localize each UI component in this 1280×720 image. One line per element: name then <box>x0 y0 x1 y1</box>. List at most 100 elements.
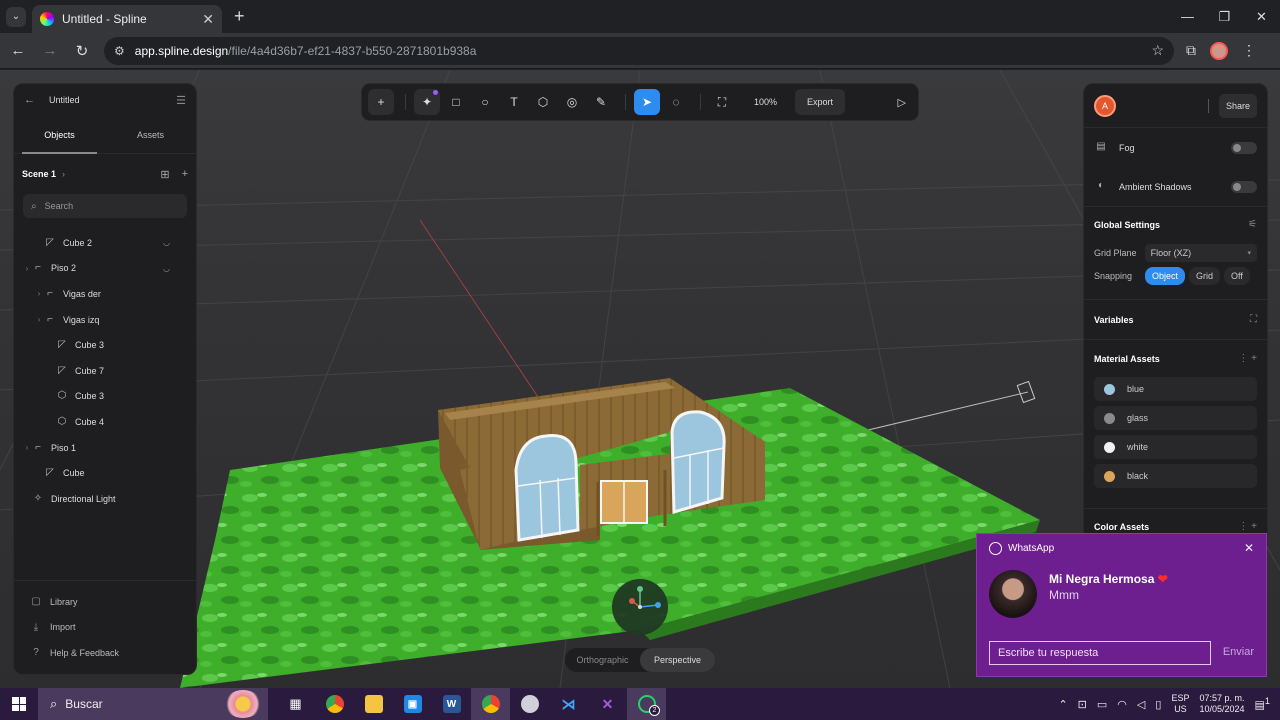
forward-icon[interactable]: → <box>36 42 64 59</box>
word-icon[interactable]: W <box>432 688 471 720</box>
tray-wifi-icon[interactable]: ◠ <box>1117 698 1127 711</box>
tree-item[interactable]: › ⌐ Vigas der <box>14 281 196 307</box>
chrome-icon[interactable] <box>315 688 354 720</box>
taskbar-search[interactable]: ⌕ Buscar <box>38 688 268 720</box>
pen-tool-icon[interactable]: ✎ <box>588 89 614 115</box>
tree-item[interactable]: ✧ Directional Light <box>14 486 196 512</box>
more-icon[interactable]: ⋮ + <box>1238 521 1257 532</box>
url-field[interactable]: ⚙ app.spline.design /file/4a4d36b7-ef21-… <box>104 36 1174 65</box>
tab-assets[interactable]: Assets <box>105 116 196 153</box>
new-tab-button[interactable]: + <box>234 6 245 27</box>
share-button[interactable]: Share <box>1218 93 1257 118</box>
tree-item[interactable]: › ⌐ Piso 1 <box>14 435 196 461</box>
store-icon[interactable]: ▣ <box>393 688 432 720</box>
minimize-icon[interactable]: — <box>1169 0 1206 33</box>
language-indicator[interactable]: ESP US <box>1171 693 1189 715</box>
add-object-icon[interactable]: + <box>182 168 188 181</box>
tab-objects[interactable]: Objects <box>14 116 105 154</box>
user-avatar[interactable]: A <box>1094 94 1116 117</box>
site-info-icon[interactable]: ⚙ <box>114 44 125 58</box>
material-item[interactable]: white <box>1094 435 1257 459</box>
ellipse-tool-icon[interactable]: ○ <box>472 89 498 115</box>
close-tab-icon[interactable]: ✕ <box>202 11 214 28</box>
ai-sparkle-icon[interactable]: ✦ <box>414 89 440 115</box>
tree-item[interactable]: › ⌐ Vigas izq <box>14 307 196 333</box>
vscode-icon[interactable]: ⋊ <box>549 688 588 720</box>
expand-chevron-icon[interactable]: › <box>22 443 32 452</box>
close-notification-icon[interactable]: ✕ <box>1244 541 1254 555</box>
grid-view-icon[interactable]: ⊞ <box>160 168 169 181</box>
whatsapp-taskbar-icon[interactable]: 2 <box>627 688 666 720</box>
hamburger-menu-icon[interactable]: ☰ <box>176 94 186 107</box>
add-button[interactable]: + <box>368 89 394 115</box>
material-item[interactable]: blue <box>1094 377 1257 401</box>
text-tool-icon[interactable]: T <box>501 89 527 115</box>
tray-network-icon[interactable]: ⊡ <box>1078 698 1087 711</box>
file-title[interactable]: Untitled <box>49 95 80 105</box>
tree-item[interactable]: ⬡ Cube 3 <box>14 384 196 410</box>
tree-item[interactable]: ◸ Cube <box>14 460 196 486</box>
tray-volume-icon[interactable]: ◁ <box>1137 698 1145 711</box>
send-button[interactable]: Enviar <box>1223 646 1254 658</box>
export-button[interactable]: Export <box>795 89 846 115</box>
fit-view-icon[interactable]: ⛶ <box>709 89 735 115</box>
help-link[interactable]: ? Help & Feedback <box>14 640 196 666</box>
tray-plug-icon[interactable]: ▯ <box>1155 698 1161 711</box>
material-item[interactable]: black <box>1094 464 1257 488</box>
chrome-profile-icon[interactable] <box>471 688 510 720</box>
back-arrow-icon[interactable]: ← <box>24 94 35 106</box>
tray-chevron-icon[interactable]: ⌃ <box>1058 698 1067 711</box>
comment-tool-icon[interactable]: ◌ <box>663 89 689 115</box>
search-input[interactable]: ⌕ Search <box>23 194 187 218</box>
extensions-icon[interactable]: ⧉ <box>1186 42 1196 59</box>
reply-input[interactable]: Escribe tu respuesta <box>989 641 1211 665</box>
browser-tab[interactable]: Untitled - Spline ✕ <box>32 5 222 33</box>
xampp-icon[interactable]: ✕ <box>588 688 627 720</box>
snapping-object-option[interactable]: Object <box>1145 267 1186 285</box>
file-explorer-icon[interactable] <box>354 688 393 720</box>
axis-gizmo[interactable] <box>612 579 668 635</box>
bookmark-star-icon[interactable]: ☆ <box>1151 42 1164 59</box>
profile-avatar[interactable] <box>1210 41 1228 60</box>
back-icon[interactable]: ← <box>4 42 32 59</box>
tree-item[interactable]: ◸ Cube 3 <box>14 332 196 358</box>
reload-icon[interactable]: ↻ <box>68 42 96 60</box>
tree-item[interactable]: ◸ Cube 2 ◡ <box>14 230 196 256</box>
task-view-icon[interactable]: ▦ <box>276 688 315 720</box>
settings-sliders-icon[interactable]: ⚟ <box>1248 219 1257 230</box>
close-window-icon[interactable]: ✕ <box>1243 0 1280 33</box>
restore-icon[interactable]: ❐ <box>1206 0 1243 33</box>
tab-search-button[interactable]: ⌄ <box>6 6 26 27</box>
ambient-shadows-toggle[interactable] <box>1231 180 1257 193</box>
visibility-icon[interactable]: ◡ <box>163 238 170 247</box>
sphere-tool-icon[interactable]: ◎ <box>559 89 585 115</box>
fog-toggle[interactable] <box>1231 141 1257 154</box>
import-link[interactable]: ⤓ Import <box>14 615 196 641</box>
visibility-icon[interactable]: ◡ <box>163 264 170 273</box>
media-app-icon[interactable] <box>510 688 549 720</box>
tree-item[interactable]: ⬡ Cube 4 <box>14 409 196 435</box>
snapping-grid-option[interactable]: Grid <box>1189 267 1221 285</box>
tree-item[interactable]: › ⌐ Piso 2 ◡ <box>14 256 196 282</box>
perspective-button[interactable]: Perspective <box>640 648 715 672</box>
tree-item[interactable]: ◸ Cube 7 <box>14 358 196 384</box>
snapping-off-option[interactable]: Off <box>1224 267 1250 285</box>
tray-battery-icon[interactable]: ▭ <box>1097 698 1107 711</box>
more-icon[interactable]: ⋮ + <box>1238 353 1257 364</box>
expand-chevron-icon[interactable]: › <box>34 315 44 324</box>
rectangle-tool-icon[interactable]: □ <box>443 89 469 115</box>
browser-menu-icon[interactable]: ⋮ <box>1242 42 1256 59</box>
scene-selector[interactable]: Scene 1 <box>22 169 56 179</box>
notifications-icon[interactable]: ▤1 <box>1255 696 1271 712</box>
select-tool-icon[interactable]: ➤ <box>634 89 660 115</box>
cube-tool-icon[interactable]: ⬡ <box>530 89 556 115</box>
play-icon[interactable]: ▷ <box>898 96 906 109</box>
zoom-level[interactable]: 100% <box>754 97 777 107</box>
library-link[interactable]: ▢ Library <box>14 589 196 615</box>
expand-icon[interactable]: ⛶ <box>1250 314 1257 325</box>
start-button[interactable] <box>0 697 38 711</box>
clock[interactable]: 07:57 p. m. 10/05/2024 <box>1199 693 1244 715</box>
orthographic-button[interactable]: Orthographic <box>565 655 640 665</box>
whatsapp-notification[interactable]: WhatsApp ✕ Mi Negra Hermosa ❤ Mmm Escrib… <box>976 533 1267 677</box>
expand-chevron-icon[interactable]: › <box>22 264 32 273</box>
